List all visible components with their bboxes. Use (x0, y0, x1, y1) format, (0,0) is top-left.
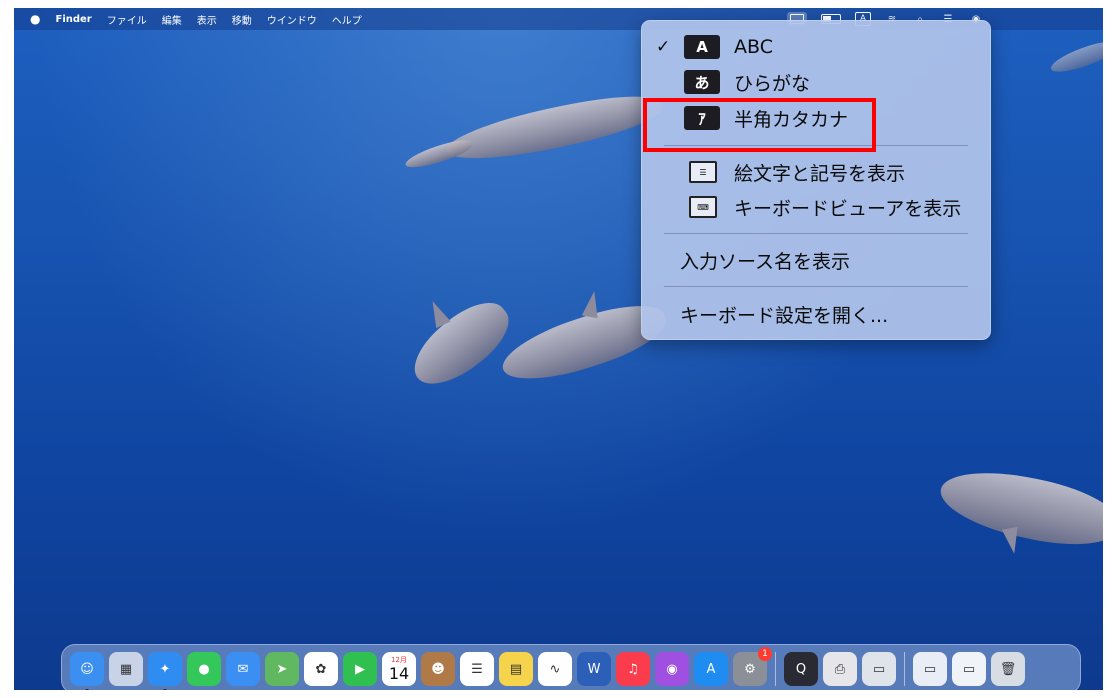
menu-separator (664, 233, 968, 234)
system-settings-icon[interactable]: ⚙ 1 (733, 647, 772, 686)
menu-item-label: ABC (734, 36, 773, 58)
menu-item-open-keyboard-settings[interactable]: キーボード設定を開く... (642, 299, 990, 329)
dock-divider (775, 652, 776, 686)
menu-item-show-input-source-name[interactable]: 入力ソース名を表示 (642, 245, 990, 275)
app-store-icon[interactable]: A (694, 652, 728, 686)
menu-window[interactable]: ウインドウ (267, 12, 317, 27)
podcasts-icon[interactable]: ◉ (655, 652, 689, 686)
quicktime-icon[interactable]: Q (784, 652, 818, 686)
menu-item-label: キーボード設定を開く... (680, 304, 889, 327)
launchpad-icon[interactable]: ▦ (109, 652, 143, 686)
maps-icon[interactable]: ➤ (265, 652, 299, 686)
notification-badge: 1 (758, 647, 772, 661)
freeform-icon[interactable]: ∿ (538, 652, 572, 686)
finder-icon[interactable]: ☺ (70, 652, 104, 690)
menu-file[interactable]: ファイル (107, 12, 147, 27)
menu-item-hiragana[interactable]: あ ひらがな (642, 67, 990, 97)
mail-icon[interactable]: ✉ (226, 652, 260, 686)
abc-key-icon: A (684, 35, 720, 59)
input-source-menu: ✓ A ABC あ ひらがな ｱ 半角カタカナ ☰ 絵文字と記号を表示 ⌨ キー… (641, 20, 991, 340)
dock-divider (904, 652, 905, 686)
calendar-icon[interactable]: 12月 14 (382, 652, 416, 686)
apple-menu-icon[interactable]: ● (30, 12, 40, 26)
word-icon[interactable]: W (577, 652, 611, 686)
menu-app-name[interactable]: Finder (55, 14, 91, 25)
reminders-icon[interactable]: ☰ (460, 652, 494, 686)
folder-doc2-icon[interactable]: ▭ (952, 652, 986, 686)
dock: ☺ ▦ ✦ ● ✉ ➤ ✿ ▶ 12月 14 ☻ ☰ ▤ ∿ W ♫ ◉ A ⚙ 1 Q ⎙ ▭ ▭ ▭ 🗑 (61, 644, 1081, 690)
running-indicator (85, 689, 89, 690)
menu-edit[interactable]: 編集 (162, 12, 182, 27)
menu-item-show-emoji[interactable]: ☰ 絵文字と記号を表示 (642, 157, 990, 187)
printer-icon[interactable]: ⎙ (823, 652, 857, 686)
safari-icon[interactable]: ✦ (148, 652, 182, 690)
calendar-day: 14 (388, 663, 410, 683)
menu-item-label: 絵文字と記号を表示 (734, 162, 906, 185)
contacts-icon[interactable]: ☻ (421, 652, 455, 686)
annotation-highlight-box (643, 98, 876, 152)
facetime-icon[interactable]: ▶ (343, 652, 377, 686)
menu-separator (664, 286, 968, 287)
emoji-viewer-icon: ☰ (689, 161, 717, 183)
messages-icon[interactable]: ● (187, 652, 221, 686)
scanner-icon[interactable]: ▭ (862, 652, 896, 686)
checkmark-icon: ✓ (656, 37, 671, 57)
trash-icon[interactable]: 🗑 (991, 652, 1025, 686)
menu-item-keyboard-viewer[interactable]: ⌨ キーボードビューアを表示 (642, 192, 990, 222)
menu-help[interactable]: ヘルプ (332, 12, 362, 27)
menu-view[interactable]: 表示 (197, 12, 217, 27)
music-icon[interactable]: ♫ (616, 652, 650, 686)
photos-icon[interactable]: ✿ (304, 652, 338, 686)
notes-icon[interactable]: ▤ (499, 652, 533, 686)
keyboard-viewer-icon: ⌨ (689, 196, 717, 218)
menu-item-label: ひらがな (734, 72, 811, 95)
folder-doc-icon[interactable]: ▭ (913, 652, 947, 686)
menu-item-label: 入力ソース名を表示 (680, 250, 851, 273)
running-indicator (163, 689, 167, 690)
menu-go[interactable]: 移動 (232, 12, 252, 27)
hiragana-key-icon: あ (684, 70, 720, 94)
menu-item-label: キーボードビューアを表示 (734, 197, 962, 220)
menu-item-abc[interactable]: ✓ A ABC (642, 32, 990, 62)
